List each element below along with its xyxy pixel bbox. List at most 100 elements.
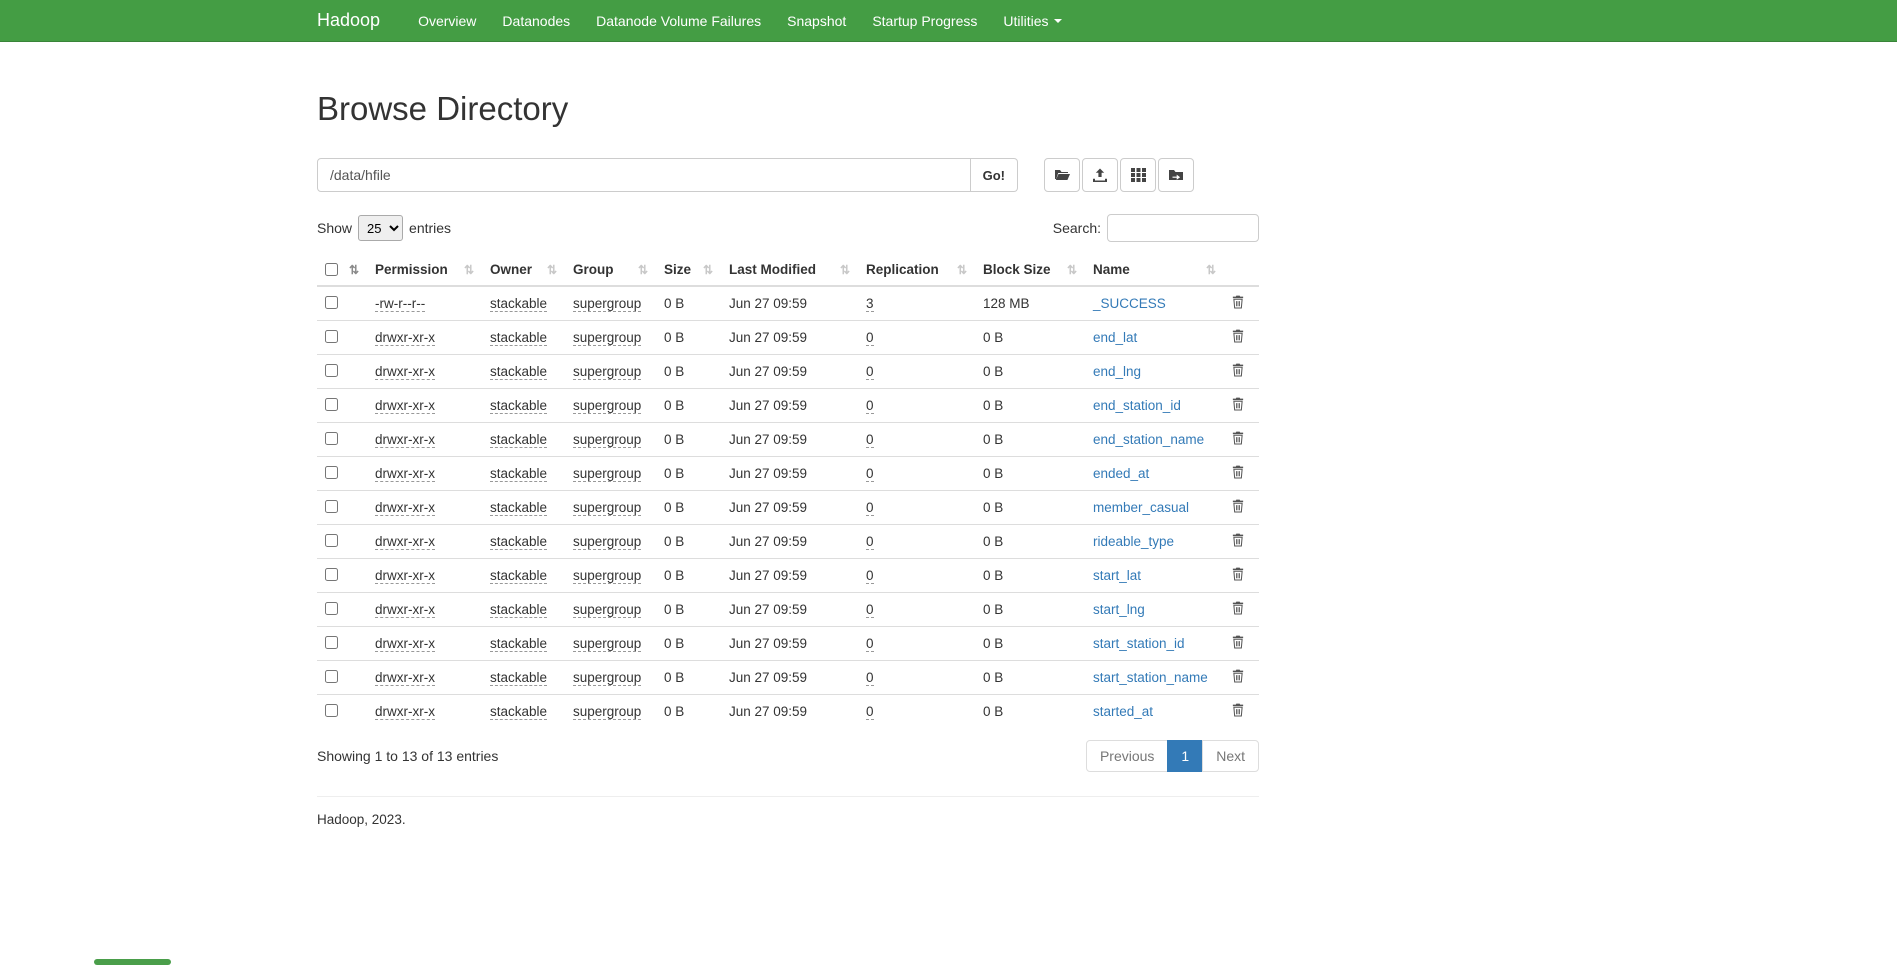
file-name-link[interactable]: end_station_id <box>1093 398 1181 413</box>
replication-value[interactable]: 0 <box>866 500 874 516</box>
directory-path-input[interactable] <box>317 158 971 192</box>
go-button[interactable]: Go! <box>971 158 1018 192</box>
group-value[interactable]: supergroup <box>573 534 641 550</box>
permission-value[interactable]: drwxr-xr-x <box>375 398 435 414</box>
owner-value[interactable]: stackable <box>490 636 547 652</box>
move-to-folder-button[interactable] <box>1158 158 1194 192</box>
nav-item-datanodes[interactable]: Datanodes <box>489 0 583 41</box>
sort-icon[interactable]: ⇅ <box>1067 263 1077 277</box>
horizontal-scrollbar-thumb[interactable] <box>94 959 171 965</box>
column-header-name[interactable]: Name ⇅ <box>1085 254 1224 286</box>
permission-value[interactable]: drwxr-xr-x <box>375 602 435 618</box>
group-value[interactable]: supergroup <box>573 636 641 652</box>
group-value[interactable]: supergroup <box>573 670 641 686</box>
permission-value[interactable]: drwxr-xr-x <box>375 534 435 550</box>
replication-value[interactable]: 3 <box>866 296 874 312</box>
file-name-link[interactable]: start_lng <box>1093 602 1145 617</box>
replication-value[interactable]: 0 <box>866 704 874 720</box>
sort-icon[interactable]: ⇅ <box>1206 263 1216 277</box>
owner-value[interactable]: stackable <box>490 534 547 550</box>
file-name-link[interactable]: rideable_type <box>1093 534 1174 549</box>
replication-value[interactable]: 0 <box>866 636 874 652</box>
delete-button[interactable] <box>1232 669 1244 683</box>
column-header-block-size[interactable]: Block Size ⇅ <box>975 254 1085 286</box>
owner-value[interactable]: stackable <box>490 330 547 346</box>
pagination-previous[interactable]: Previous <box>1086 740 1168 772</box>
group-value[interactable]: supergroup <box>573 398 641 414</box>
permission-value[interactable]: drwxr-xr-x <box>375 432 435 448</box>
delete-button[interactable] <box>1232 363 1244 377</box>
sort-icon[interactable]: ⇅ <box>840 263 850 277</box>
file-name-link[interactable]: start_station_name <box>1093 670 1208 685</box>
delete-button[interactable] <box>1232 567 1244 581</box>
group-value[interactable]: supergroup <box>573 330 641 346</box>
group-value[interactable]: supergroup <box>573 568 641 584</box>
replication-value[interactable]: 0 <box>866 330 874 346</box>
nav-item-overview[interactable]: Overview <box>405 0 489 41</box>
owner-value[interactable]: stackable <box>490 296 547 312</box>
delete-button[interactable] <box>1232 533 1244 547</box>
replication-value[interactable]: 0 <box>866 534 874 550</box>
permission-value[interactable]: drwxr-xr-x <box>375 704 435 720</box>
owner-value[interactable]: stackable <box>490 670 547 686</box>
nav-item-datanode-volume-failures[interactable]: Datanode Volume Failures <box>583 0 774 41</box>
delete-button[interactable] <box>1232 601 1244 615</box>
upload-button[interactable] <box>1082 158 1118 192</box>
owner-value[interactable]: stackable <box>490 432 547 448</box>
page-size-select[interactable]: 25 <box>358 215 403 241</box>
row-checkbox[interactable] <box>325 432 338 445</box>
group-value[interactable]: supergroup <box>573 364 641 380</box>
delete-button[interactable] <box>1232 465 1244 479</box>
permission-value[interactable]: drwxr-xr-x <box>375 636 435 652</box>
row-checkbox[interactable] <box>325 466 338 479</box>
column-header-select[interactable]: ⇅ <box>317 254 367 286</box>
group-value[interactable]: supergroup <box>573 466 641 482</box>
sort-icon[interactable]: ⇅ <box>349 263 359 277</box>
replication-value[interactable]: 0 <box>866 670 874 686</box>
file-name-link[interactable]: end_station_name <box>1093 432 1204 447</box>
permission-value[interactable]: drwxr-xr-x <box>375 500 435 516</box>
owner-value[interactable]: stackable <box>490 398 547 414</box>
replication-value[interactable]: 0 <box>866 398 874 414</box>
nav-item-snapshot[interactable]: Snapshot <box>774 0 859 41</box>
row-checkbox[interactable] <box>325 670 338 683</box>
brand-link[interactable]: Hadoop <box>317 10 380 31</box>
permission-value[interactable]: drwxr-xr-x <box>375 330 435 346</box>
row-checkbox[interactable] <box>325 568 338 581</box>
permission-value[interactable]: drwxr-xr-x <box>375 466 435 482</box>
file-name-link[interactable]: ended_at <box>1093 466 1149 481</box>
sort-icon[interactable]: ⇅ <box>547 263 557 277</box>
delete-button[interactable] <box>1232 499 1244 513</box>
column-header-group[interactable]: Group ⇅ <box>565 254 656 286</box>
file-name-link[interactable]: _SUCCESS <box>1093 296 1166 311</box>
column-header-permission[interactable]: Permission ⇅ <box>367 254 482 286</box>
sort-icon[interactable]: ⇅ <box>464 263 474 277</box>
file-name-link[interactable]: member_casual <box>1093 500 1189 515</box>
row-checkbox[interactable] <box>325 534 338 547</box>
group-value[interactable]: supergroup <box>573 602 641 618</box>
row-checkbox[interactable] <box>325 500 338 513</box>
row-checkbox[interactable] <box>325 296 338 309</box>
row-checkbox[interactable] <box>325 364 338 377</box>
nav-item-startup-progress[interactable]: Startup Progress <box>859 0 990 41</box>
group-value[interactable]: supergroup <box>573 296 641 312</box>
column-header-last-modified[interactable]: Last Modified ⇅ <box>721 254 858 286</box>
pagination-page-1[interactable]: 1 <box>1167 740 1203 772</box>
file-name-link[interactable]: start_station_id <box>1093 636 1185 651</box>
column-header-size[interactable]: Size ⇅ <box>656 254 721 286</box>
owner-value[interactable]: stackable <box>490 466 547 482</box>
owner-value[interactable]: stackable <box>490 364 547 380</box>
column-header-owner[interactable]: Owner ⇅ <box>482 254 565 286</box>
replication-value[interactable]: 0 <box>866 466 874 482</box>
grid-view-button[interactable] <box>1120 158 1156 192</box>
permission-value[interactable]: drwxr-xr-x <box>375 670 435 686</box>
sort-icon[interactable]: ⇅ <box>957 263 967 277</box>
delete-button[interactable] <box>1232 397 1244 411</box>
row-checkbox[interactable] <box>325 636 338 649</box>
owner-value[interactable]: stackable <box>490 500 547 516</box>
group-value[interactable]: supergroup <box>573 500 641 516</box>
owner-value[interactable]: stackable <box>490 568 547 584</box>
group-value[interactable]: supergroup <box>573 432 641 448</box>
owner-value[interactable]: stackable <box>490 704 547 720</box>
file-name-link[interactable]: end_lng <box>1093 364 1141 379</box>
